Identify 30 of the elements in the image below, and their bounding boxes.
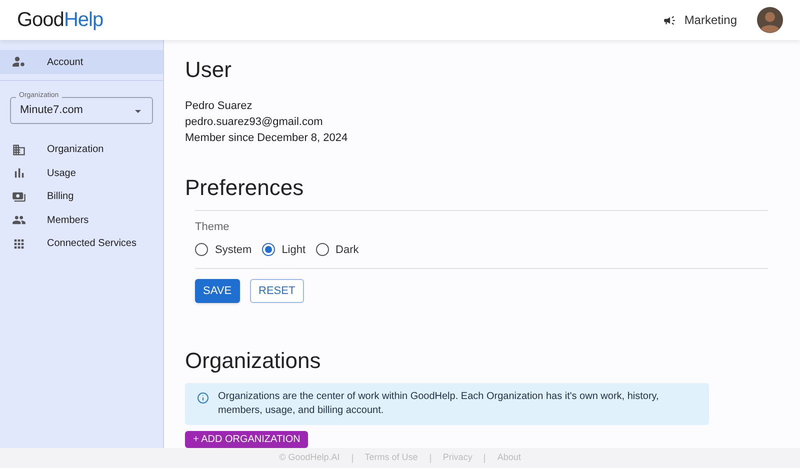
logo[interactable]: GoodHelp [17, 5, 104, 35]
reset-button[interactable]: RESET [250, 279, 304, 303]
sidebar-item[interactable]: Organization [0, 138, 163, 162]
theme-radio[interactable]: Light [262, 242, 306, 258]
building-icon [12, 142, 26, 157]
section-title: Preferences [185, 174, 305, 202]
bar-chart-icon [12, 166, 26, 180]
sidebar-item[interactable]: Members [0, 208, 163, 232]
section-title: User [185, 56, 232, 84]
sidebar-item[interactable]: Billing [0, 185, 163, 208]
section-title: Organizations [185, 347, 322, 375]
team-name[interactable]: Marketing [684, 11, 737, 29]
megaphone-icon [663, 14, 676, 26]
cash-icon [12, 190, 26, 204]
info-text: Organizations are the center of work within GoodHelp. Each Organization has it's own work, history, members, usage, and billing account. [218, 390, 660, 418]
theme-radio[interactable]: Dark [316, 242, 359, 258]
avatar[interactable] [757, 7, 783, 33]
user-info-text: Member since December 8, 2024 [185, 131, 349, 146]
theme-radio[interactable]: System [195, 242, 252, 258]
save-button[interactable]: SAVE [195, 279, 240, 303]
theme-label: Theme [195, 220, 230, 235]
user-info-text: pedro.suarez93@gmail.com [185, 115, 324, 130]
sidebar-item[interactable]: Account [0, 50, 163, 74]
user-info-text: Pedro Suarez [185, 99, 254, 114]
add-organization-button[interactable]: + ADD ORGANIZATION [185, 431, 308, 448]
info-icon [197, 392, 209, 404]
copyright-text: © GoodHelp.AI [279, 451, 340, 464]
grid-icon [12, 236, 26, 251]
sidebar-item[interactable]: Usage [0, 162, 163, 185]
sidebar-item[interactable]: Connected Services [0, 232, 163, 256]
